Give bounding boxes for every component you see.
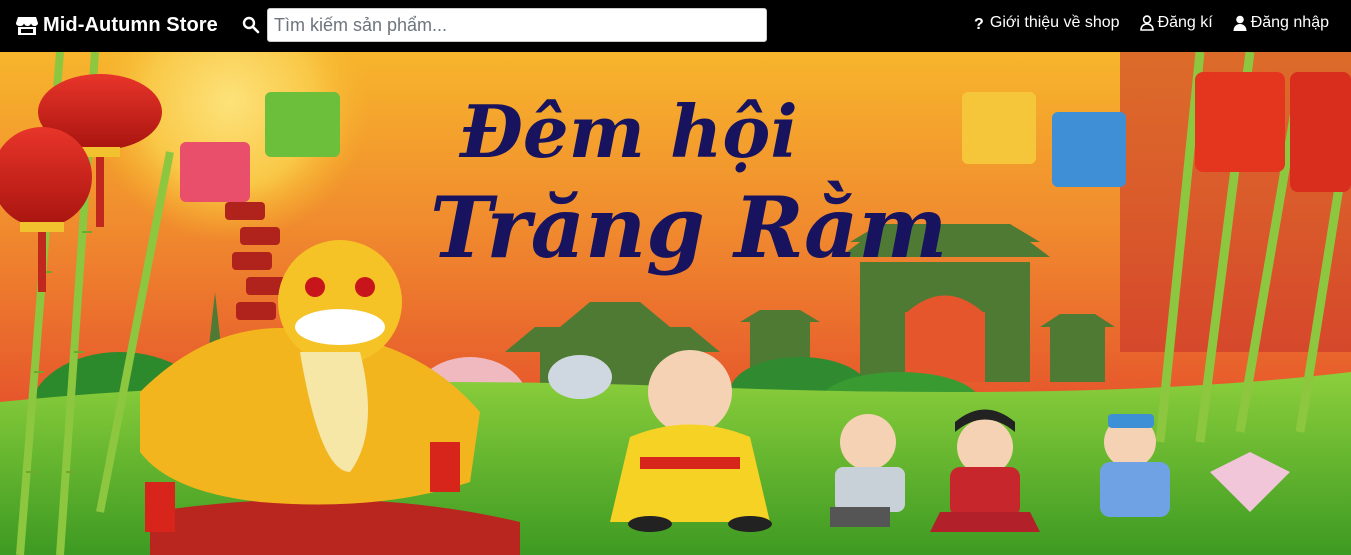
banner-illustration: Đêm hội Trăng Rằm <box>0 52 1351 555</box>
nav-link-about[interactable]: ? Giới thiệu về shop <box>972 14 1120 32</box>
nav-link-register-label: Đăng kí <box>1157 14 1213 31</box>
search-input[interactable] <box>267 8 767 42</box>
banner-title-line1: Đêm hội <box>458 89 798 174</box>
nav-link-about-label: Giới thiệu về shop <box>989 14 1120 31</box>
navbar: Mid-Autumn Store ? Giới thiệu về shop Đă… <box>0 0 1351 52</box>
user-outline-icon <box>1139 15 1154 31</box>
nav-link-login-label: Đăng nhập <box>1250 14 1329 31</box>
svg-text:?: ? <box>974 16 984 31</box>
store-icon <box>16 16 38 35</box>
brand-label: Mid-Autumn Store <box>43 14 218 36</box>
nav-links: ? Giới thiệu về shop Đăng kí Đăng nhập <box>972 14 1329 32</box>
search-icon[interactable] <box>242 16 260 34</box>
hero-banner: Đêm hội Trăng Rằm <box>0 52 1351 555</box>
nav-link-register[interactable]: Đăng kí <box>1139 14 1213 32</box>
question-icon: ? <box>974 16 984 31</box>
brand-link[interactable]: Mid-Autumn Store <box>16 14 218 37</box>
user-solid-icon <box>1233 15 1247 31</box>
nav-link-login[interactable]: Đăng nhập <box>1233 14 1329 32</box>
banner-title-line2: Trăng Rằm <box>430 178 947 277</box>
